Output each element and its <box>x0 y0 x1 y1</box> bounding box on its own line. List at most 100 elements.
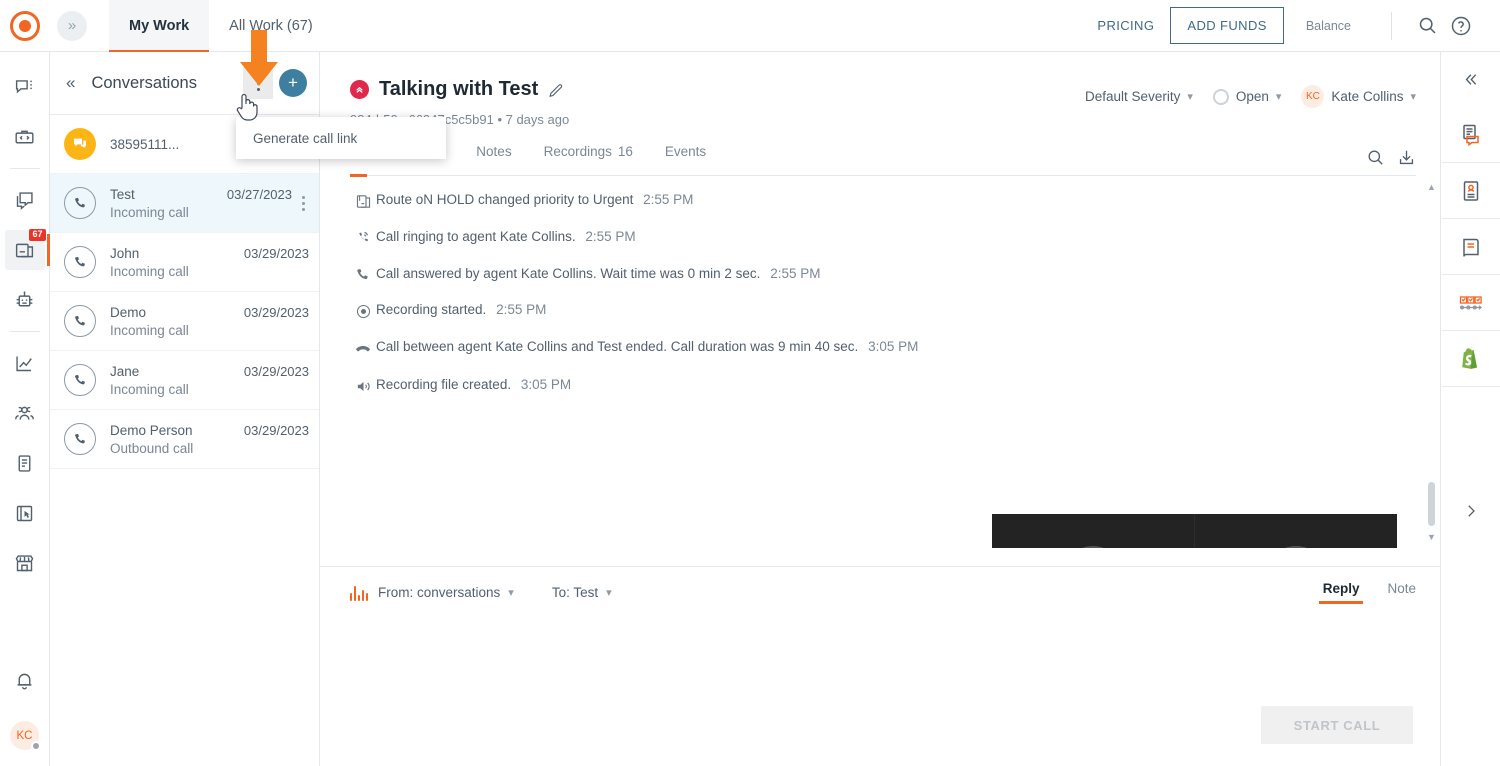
add-funds-button[interactable]: ADD FUNDS <box>1170 7 1284 44</box>
scroll-down-icon[interactable]: ▼ <box>1427 532 1436 542</box>
pricing-link[interactable]: PRICING <box>1081 18 1170 33</box>
list-item-row: Demo 03/29/2023 <box>110 305 309 320</box>
assignee-selector[interactable]: KC Kate Collins ▾ <box>1301 85 1416 108</box>
journey-timeline-icon[interactable] <box>1442 275 1500 330</box>
chevron-down-icon: ▾ <box>606 587 612 599</box>
logo-wrap <box>0 10 50 41</box>
menu-item-generate-call-link[interactable]: Generate call link <box>253 131 357 146</box>
list-item-subtitle: Incoming call <box>110 204 189 220</box>
event-time: 2:55 PM <box>643 192 694 207</box>
chevrons-left-icon[interactable]: « <box>62 69 79 97</box>
conversation-notes-icon[interactable] <box>1442 107 1500 162</box>
list-item[interactable]: Test 03/27/2023 Incoming call <box>50 174 319 233</box>
search-icon[interactable] <box>1366 148 1385 172</box>
download-icon[interactable] <box>1397 148 1416 172</box>
knowledge-book-icon[interactable] <box>1442 219 1500 274</box>
content-tabs-actions <box>1366 148 1416 172</box>
avatar[interactable]: KC <box>10 721 41 751</box>
tab-recordings-label: Recordings <box>543 143 612 159</box>
search-icon[interactable] <box>1410 9 1444 43</box>
from-selector[interactable]: From: conversations ▾ <box>378 585 514 600</box>
status-selector[interactable]: Open ▾ <box>1212 88 1282 105</box>
participant-avatar <box>1265 545 1327 548</box>
inbox-badge: 67 <box>29 229 46 241</box>
list-item-body: Demo 03/29/2023 Incoming call <box>110 305 309 338</box>
help-circle-icon[interactable] <box>1444 9 1478 43</box>
event-log: Route oN HOLD changed priority to Urgent… <box>320 176 1440 548</box>
list-item[interactable]: Jane 03/29/2023 Incoming call <box>50 351 319 410</box>
copy-chat-icon[interactable] <box>5 180 45 220</box>
chevrons-left-icon[interactable] <box>1442 52 1500 107</box>
tab-notes[interactable]: Notes <box>476 144 511 176</box>
list-item-body: John 03/29/2023 Incoming call <box>110 246 309 279</box>
people-icon[interactable] <box>5 393 45 433</box>
app-logo[interactable] <box>10 10 40 41</box>
list-item-date: 03/29/2023 <box>243 304 309 320</box>
robot-icon[interactable] <box>5 280 45 320</box>
phone-incoming-icon <box>64 364 96 396</box>
to-selector[interactable]: To: Test ▾ <box>552 585 612 600</box>
storefront-icon[interactable] <box>5 543 45 583</box>
list-item-name: Jane <box>110 363 140 379</box>
list-item-name: Demo <box>110 304 147 320</box>
list-item[interactable]: Demo 03/29/2023 Incoming call <box>50 292 319 351</box>
top-tabs: My Work All Work (67) <box>109 0 333 53</box>
composer-header: From: conversations ▾ To: Test ▾ Reply N… <box>320 567 1440 604</box>
document-icon[interactable] <box>5 443 45 483</box>
pencil-icon[interactable] <box>548 81 565 98</box>
assignee-avatar: KC <box>1301 85 1325 108</box>
scroll-up-icon[interactable]: ▲ <box>1427 182 1436 192</box>
analytics-icon[interactable] <box>5 343 45 383</box>
list-item-name: 38595111... <box>110 136 180 152</box>
list-item-date: 03/29/2023 <box>243 363 309 379</box>
tab-note[interactable]: Note <box>1387 581 1416 604</box>
down-arrow-annotation <box>238 30 280 93</box>
list-item-row: Test 03/27/2023 <box>110 187 292 202</box>
cursor-panel-icon[interactable] <box>5 493 45 533</box>
chevron-down-icon: ▾ <box>1187 91 1193 103</box>
event-message: Call between agent Kate Collins and Test… <box>376 339 859 354</box>
tab-events[interactable]: Events <box>665 144 706 176</box>
tab-reply[interactable]: Reply <box>1318 581 1364 604</box>
chat-more-icon[interactable] <box>5 67 45 107</box>
rail-divider <box>1441 386 1500 387</box>
chevron-down-icon: ▾ <box>1275 91 1282 103</box>
chevron-right-icon[interactable] <box>1442 483 1500 538</box>
conversation-id: 984-b50c-66947c5c5b91 • 7 days ago <box>350 112 570 127</box>
urgent-priority-icon <box>350 80 369 99</box>
phone-icon <box>350 266 376 283</box>
list-item-body: Demo Person 03/29/2023 Outbound call <box>110 423 309 456</box>
generate-call-link-menu: Generate call link <box>236 117 446 159</box>
shopify-icon[interactable] <box>1442 331 1500 386</box>
top-bar: » My Work All Work (67) PRICING ADD FUND… <box>0 0 1500 53</box>
contact-card-icon[interactable] <box>1442 163 1500 218</box>
tab-recordings[interactable]: Recordings 16 <box>544 144 633 176</box>
event-row: Recording file created. 3:05 PM <box>350 377 1416 395</box>
start-call-button[interactable]: START CALL <box>1261 706 1413 744</box>
event-scrollbar[interactable]: ▲ ▼ <box>1427 182 1436 542</box>
bell-icon[interactable] <box>5 660 45 700</box>
phone-ringing-icon <box>350 229 376 247</box>
list-item-more-icon[interactable] <box>298 192 309 215</box>
event-message: Recording file created. <box>376 377 512 392</box>
briefcase-code-icon[interactable] <box>5 117 45 157</box>
event-row: Call ringing to agent Kate Collins. 2:55… <box>350 229 1416 247</box>
phone-outgoing-icon <box>64 423 96 455</box>
scrollbar-thumb[interactable] <box>1428 482 1435 526</box>
chevrons-right-icon[interactable]: » <box>57 10 87 41</box>
balance-label: Balance <box>1305 18 1351 33</box>
list-item-subtitle: Incoming call <box>110 322 189 338</box>
severity-selector[interactable]: Default Severity ▾ <box>1085 89 1193 104</box>
event-text: Call between agent Kate Collins and Test… <box>376 339 918 354</box>
plus-icon[interactable]: + <box>279 69 307 97</box>
participant-avatar <box>1062 545 1124 548</box>
list-item-body: Test 03/27/2023 Incoming call <box>110 187 292 220</box>
conversations-panel: « Conversations + 38595111... 12/2 <box>50 52 320 766</box>
from-label: From: conversations <box>378 585 501 600</box>
tab-my-work[interactable]: My Work <box>109 0 210 53</box>
inbox-icon[interactable]: 67 <box>4 229 50 270</box>
recording-player[interactable]: 0:00/9:42 [ ] <box>992 514 1397 548</box>
message-composer: From: conversations ▾ To: Test ▾ Reply N… <box>320 566 1440 766</box>
list-item[interactable]: John 03/29/2023 Incoming call <box>50 233 319 292</box>
list-item[interactable]: Demo Person 03/29/2023 Outbound call <box>50 410 319 469</box>
